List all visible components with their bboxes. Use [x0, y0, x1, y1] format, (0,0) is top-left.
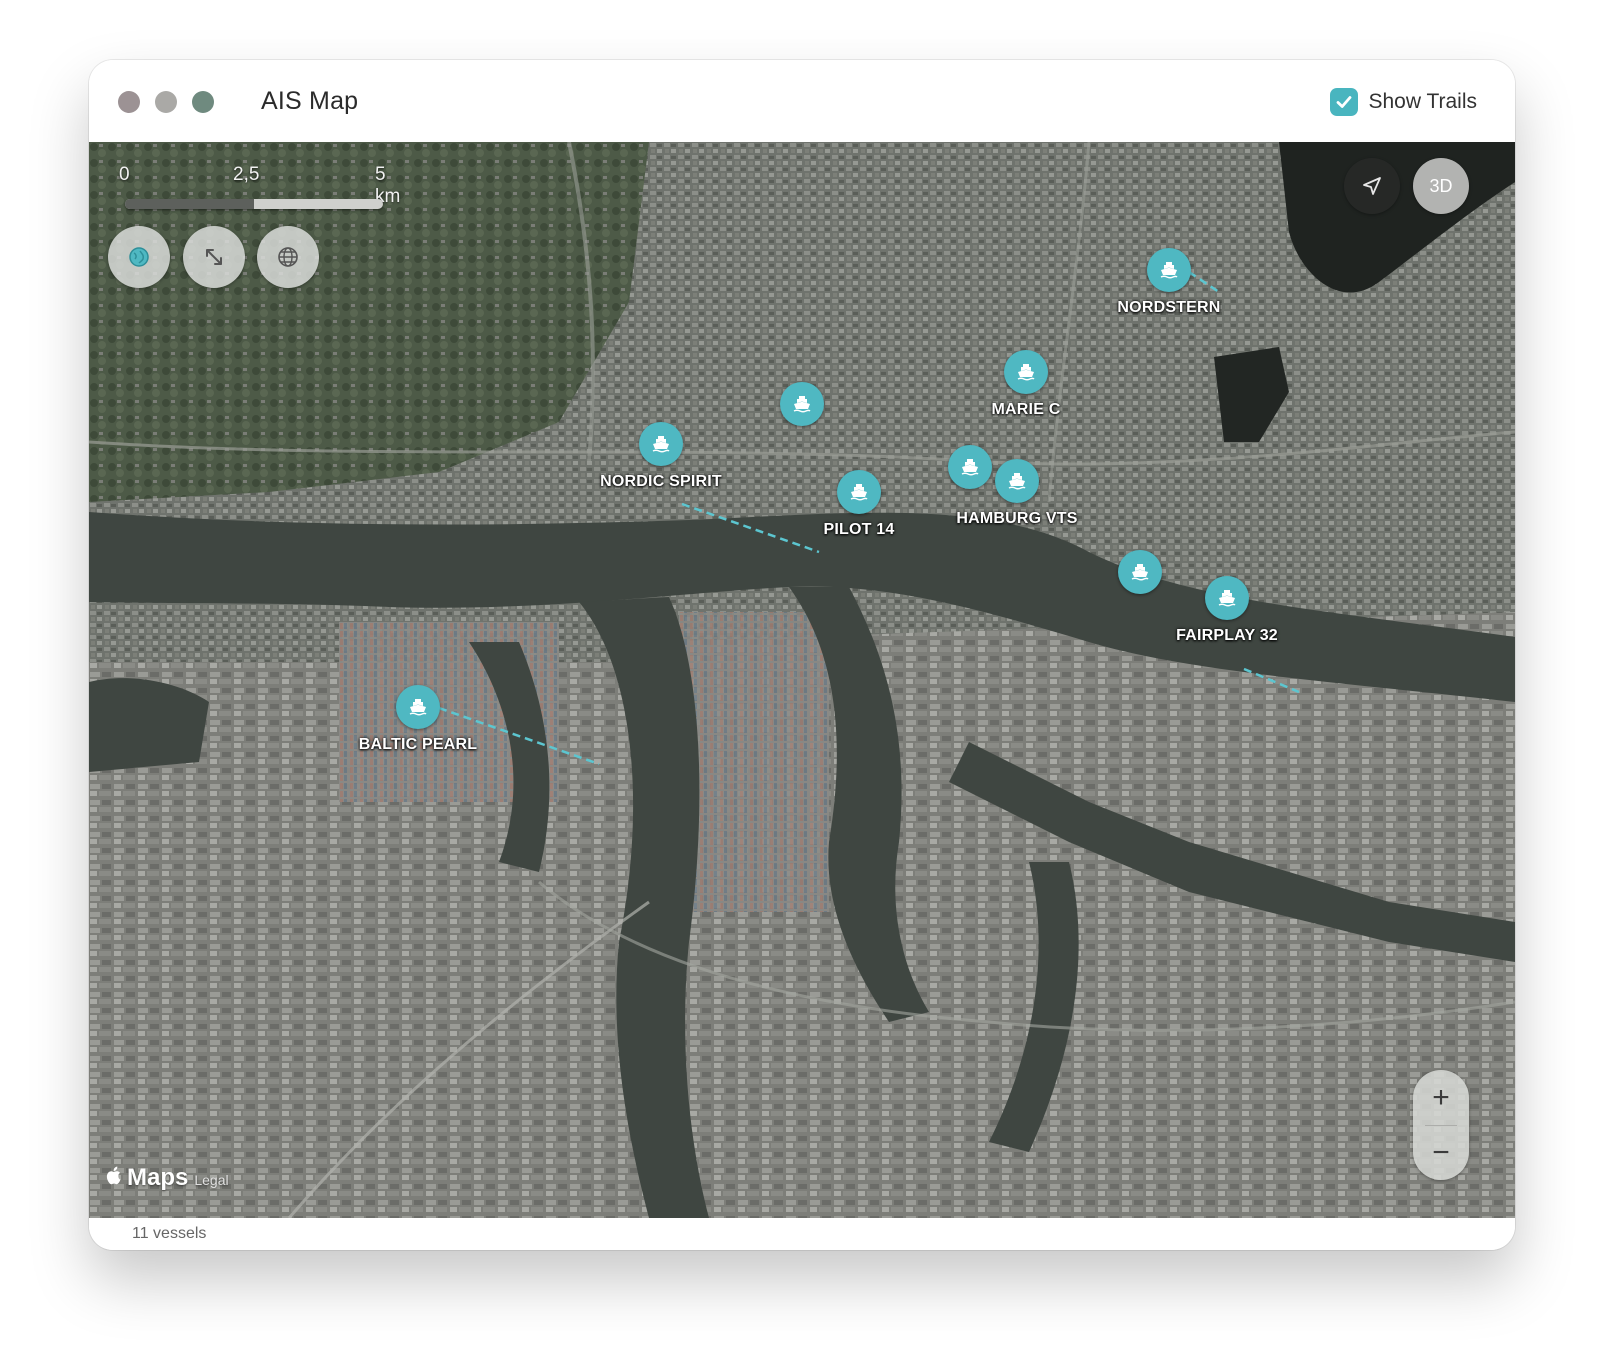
- legal-link[interactable]: Legal: [194, 1172, 228, 1188]
- vessel-marker[interactable]: [396, 685, 440, 729]
- earth-icon: [129, 247, 149, 267]
- vessel-marker[interactable]: [948, 445, 992, 489]
- scale-label-mid: 2,5: [233, 164, 260, 185]
- scale-bar-fill: [125, 199, 254, 209]
- show-trails-checkbox[interactable]: [1330, 88, 1359, 116]
- expand-arrows-icon: [206, 249, 222, 265]
- globe-icon: [278, 247, 298, 267]
- vessel-marker[interactable]: [1147, 248, 1191, 292]
- three-d-toggle-button[interactable]: 3D: [1413, 158, 1469, 214]
- ship-icon: [961, 459, 979, 476]
- vessel-label: HAMBURG VTS: [956, 510, 1078, 527]
- map-view[interactable]: 0 2,5 5 km 3D + − Maps Legal NORDSTERN M…: [89, 142, 1515, 1218]
- apple-logo-icon: [106, 1166, 121, 1185]
- vessel-label: NORDSTERN: [1117, 299, 1221, 316]
- ship-icon: [793, 396, 811, 413]
- globe-view-button[interactable]: [257, 226, 319, 288]
- zoom-control: + −: [1413, 1070, 1469, 1180]
- vessel-marker[interactable]: [1004, 350, 1048, 394]
- ship-icon: [1008, 473, 1026, 490]
- vessel-marker[interactable]: [1118, 550, 1162, 594]
- vessel-marker[interactable]: [1205, 576, 1249, 620]
- ship-icon: [652, 436, 670, 453]
- vessel-marker[interactable]: [780, 382, 824, 426]
- zoom-in-button[interactable]: +: [1413, 1070, 1469, 1125]
- vessel-marker[interactable]: [995, 459, 1039, 503]
- ship-icon: [1218, 590, 1236, 607]
- vessel-label: PILOT 14: [823, 521, 895, 538]
- title-bar: AIS Map Show Trails: [89, 60, 1515, 142]
- ship-icon: [850, 484, 868, 501]
- scale-bar: [125, 199, 383, 209]
- vessel-label: NORDIC SPIRIT: [600, 473, 722, 490]
- maximize-window-button[interactable]: [192, 91, 214, 113]
- location-arrow-icon: [1363, 177, 1381, 195]
- show-trails-toggle[interactable]: Show Trails: [1330, 86, 1477, 118]
- ship-icon: [1160, 262, 1178, 279]
- minimize-window-button[interactable]: [155, 91, 177, 113]
- window-title: AIS Map: [261, 87, 359, 115]
- vessel-count: 11 vessels: [132, 1225, 207, 1242]
- fit-all-button[interactable]: [183, 226, 245, 288]
- map-scale: 0 2,5 5 km: [119, 164, 400, 224]
- scale-label-zero: 0: [119, 164, 130, 185]
- show-trails-label: Show Trails: [1368, 90, 1477, 113]
- maps-attribution: Maps Legal: [105, 1164, 229, 1192]
- vessel-marker[interactable]: [837, 470, 881, 514]
- app-window: AIS Map Show Trails 0 2,5 5 km 3D + − Ma…: [89, 60, 1515, 1250]
- vessel-label: BALTIC PEARL: [358, 736, 478, 753]
- satellite-imagery: [89, 142, 1515, 1218]
- zoom-out-button[interactable]: −: [1413, 1125, 1469, 1180]
- status-bar: 11 vessels: [89, 1218, 1515, 1250]
- maps-brand-label: Maps: [127, 1164, 189, 1191]
- vessel-label: MARIE C: [991, 401, 1061, 418]
- map-style-button[interactable]: [108, 226, 170, 288]
- ship-icon: [1131, 564, 1149, 581]
- track-location-button[interactable]: [1344, 158, 1400, 214]
- checkmark-icon: [1337, 96, 1352, 108]
- close-window-button[interactable]: [118, 91, 140, 113]
- vessel-label: FAIRPLAY 32: [1176, 627, 1278, 644]
- ship-icon: [1017, 364, 1035, 381]
- ship-icon: [409, 699, 427, 716]
- vessel-marker[interactable]: [639, 422, 683, 466]
